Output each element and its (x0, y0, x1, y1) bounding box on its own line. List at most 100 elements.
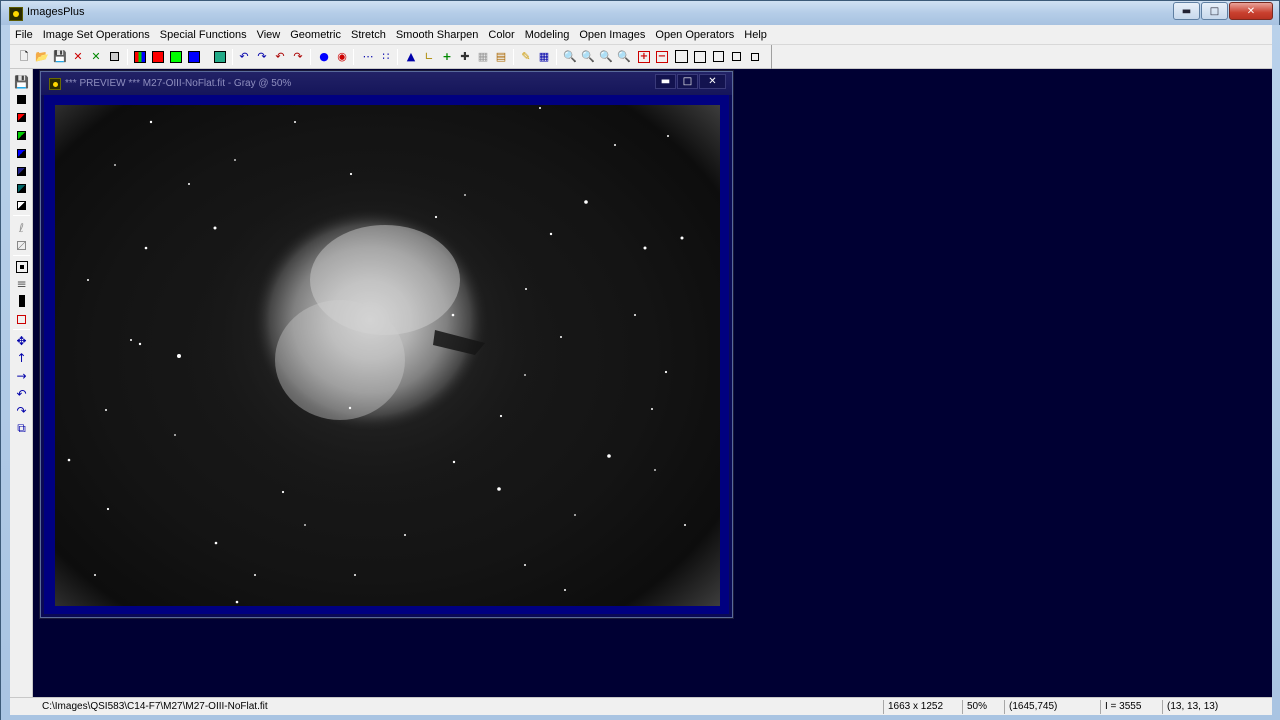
dotted-box-icon[interactable]: ▦ (475, 48, 491, 65)
black-white-icon[interactable] (13, 91, 30, 107)
square-tiny-icon[interactable] (747, 48, 763, 65)
grid-icon[interactable] (212, 48, 228, 65)
move-icon[interactable]: ✥ (13, 333, 30, 349)
copy-icon[interactable]: ⧉ (13, 420, 30, 436)
menu-special-functions[interactable]: Special Functions (155, 29, 252, 41)
menu-geometric[interactable]: Geometric (285, 29, 346, 41)
redo-all-icon[interactable]: ↷ (290, 48, 306, 65)
maximize-button[interactable]: □ (1201, 2, 1228, 20)
zoom-out-icon[interactable]: 🔍 (580, 48, 596, 65)
menu-modeling[interactable]: Modeling (520, 29, 575, 41)
menu-file[interactable]: File (10, 29, 38, 41)
preview-minimize-button[interactable]: ▬ (655, 74, 676, 89)
status-bar: C:\Images\QSI583\C14-F7\M27\M27-OIII-NoF… (10, 697, 1272, 715)
menu-image-set-operations[interactable]: Image Set Operations (38, 29, 155, 41)
preview-maximize-button[interactable]: □ (677, 74, 698, 89)
main-toolbar: 🗋 📂 💾 ✕ ✕ ↶ ↷ ↶ ↷ ● ◉ ⋯ ∷ ▲ ∟ + ✚ ▦ ▤ ✎ … (10, 44, 1272, 69)
nebula-image[interactable] (55, 105, 720, 606)
menu-smooth-sharpen[interactable]: Smooth Sharpen (391, 29, 484, 41)
window-bottom-edge (1, 715, 1280, 720)
plus-box-icon[interactable]: + (636, 48, 652, 65)
blue-black-icon[interactable] (13, 145, 30, 161)
left-toolbar-separator (13, 329, 30, 330)
window-right-edge (1272, 25, 1280, 715)
rotate-left-icon[interactable]: ↶ (13, 386, 30, 402)
corner-icon[interactable] (13, 197, 30, 213)
toolbar-separator (556, 49, 557, 65)
zoom-in-icon[interactable]: 🔍 (562, 48, 578, 65)
mdi-client-area[interactable]: *** PREVIEW *** M27-OIII-NoFlat.fit - Gr… (33, 69, 1272, 697)
calculator-icon[interactable] (106, 48, 122, 65)
histogram-icon[interactable]: ▲ (403, 48, 419, 65)
bars-icon[interactable]: ≡ (13, 276, 30, 292)
curve-icon[interactable]: ∟ (421, 48, 437, 65)
menu-help[interactable]: Help (739, 29, 772, 41)
menu-color[interactable]: Color (483, 29, 519, 41)
rgb-icon[interactable] (132, 48, 148, 65)
pen-gray-icon[interactable]: ℓ (13, 220, 30, 236)
redo-icon[interactable]: ↷ (254, 48, 270, 65)
undo-all-icon[interactable]: ↶ (272, 48, 288, 65)
preview-close-button[interactable]: ✕ (699, 74, 726, 89)
blue-dark-icon[interactable] (13, 163, 30, 179)
app-icon[interactable] (9, 7, 23, 21)
slash-gray-icon[interactable] (13, 237, 30, 253)
window-controls: ▬ □ ✕ (1173, 2, 1273, 20)
pencil-icon[interactable]: ✎ (518, 48, 534, 65)
status-coordinates: (1645,745) (1004, 700, 1080, 714)
point-icon[interactable]: ● (316, 48, 332, 65)
red-channel-icon[interactable] (150, 48, 166, 65)
square-icon[interactable] (692, 48, 708, 65)
chart-icon[interactable]: ▤ (493, 48, 509, 65)
left-toolbar-separator (13, 255, 30, 256)
menu-open-images[interactable]: Open Images (574, 29, 650, 41)
minus-box-icon[interactable]: − (654, 48, 670, 65)
black-bar-icon[interactable] (13, 293, 30, 309)
crosshair-icon[interactable]: ✚ (457, 48, 473, 65)
minimize-button[interactable]: ▬ (1173, 2, 1200, 20)
status-file-path: C:\Images\QSI583\C14-F7\M27\M27-OIII-NoF… (42, 701, 268, 712)
menu-stretch[interactable]: Stretch (346, 29, 391, 41)
red-dot-icon[interactable]: ◉ (334, 48, 350, 65)
status-intensity: I = 3555 (1100, 700, 1162, 714)
preview-app-icon[interactable] (49, 78, 61, 90)
green-black-icon[interactable] (13, 127, 30, 143)
menu-open-operators[interactable]: Open Operators (650, 29, 739, 41)
green-channel-icon[interactable] (168, 48, 184, 65)
blob-icon[interactable]: ∷ (378, 48, 394, 65)
undo-icon[interactable]: ↶ (236, 48, 252, 65)
preview-window[interactable]: *** PREVIEW *** M27-OIII-NoFlat.fit - Gr… (40, 71, 733, 618)
left-toolbar-separator (13, 215, 30, 216)
toolbar-separator (232, 49, 233, 65)
close-x-icon[interactable]: ✕ (88, 48, 104, 65)
save-small-icon[interactable]: 💾 (13, 74, 30, 90)
close-button[interactable]: ✕ (1229, 2, 1273, 20)
main-window: ImagesPlus ▬ □ ✕ File Image Set Operatio… (0, 0, 1280, 720)
rotate-right-icon[interactable]: ↷ (13, 403, 30, 419)
preview-title-bar[interactable]: *** PREVIEW *** M27-OIII-NoFlat.fit - Gr… (41, 72, 732, 95)
save-icon[interactable]: 💾 (52, 48, 68, 65)
open-icon[interactable]: 📂 (34, 48, 50, 65)
crosshair-green-icon[interactable]: + (439, 48, 455, 65)
delete-icon[interactable]: ✕ (70, 48, 86, 65)
menu-view[interactable]: View (252, 29, 286, 41)
square-medium-icon[interactable] (710, 48, 726, 65)
red-black-icon[interactable] (13, 109, 30, 125)
arrow-right-icon[interactable]: → (13, 368, 30, 384)
select-icon[interactable] (13, 311, 30, 327)
dots-icon[interactable]: ⋯ (360, 48, 376, 65)
table-icon[interactable]: ▦ (536, 48, 552, 65)
teal-dark-icon[interactable] (13, 180, 30, 196)
square-small-icon[interactable] (728, 48, 744, 65)
toolbar-separator (127, 49, 128, 65)
zoom-fit-icon[interactable]: 🔍 (598, 48, 614, 65)
title-bar[interactable]: ImagesPlus ▬ □ ✕ (1, 1, 1279, 25)
left-toolbar: 💾 ℓ ≡ ✥ ↑ → ↶ ↷ ⧉ (10, 69, 33, 697)
frame-icon[interactable] (13, 259, 30, 275)
arrow-up-icon[interactable]: ↑ (13, 350, 30, 366)
toolbar-separator (310, 49, 311, 65)
new-icon[interactable]: 🗋 (16, 48, 32, 65)
zoom-actual-icon[interactable]: 🔍 (616, 48, 632, 65)
blue-channel-icon[interactable] (186, 48, 202, 65)
square-large-icon[interactable] (673, 48, 689, 65)
